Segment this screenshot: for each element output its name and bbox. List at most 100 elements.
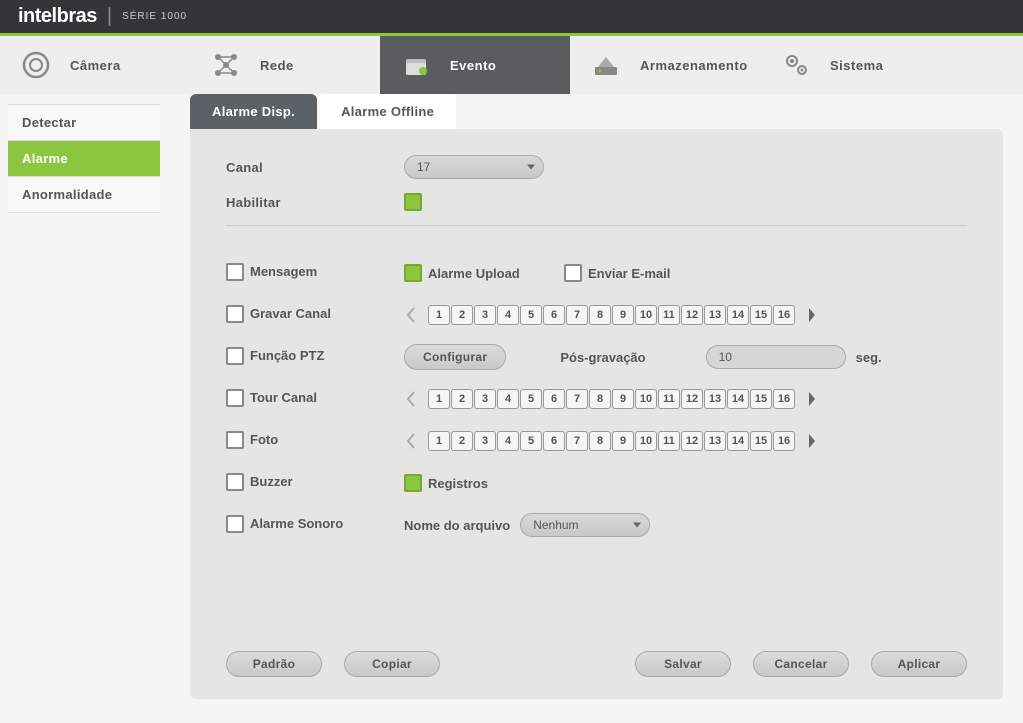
channel-button-14[interactable]: 14: [727, 431, 749, 451]
channel-button-11[interactable]: 11: [658, 305, 680, 325]
channel-button-7[interactable]: 7: [566, 389, 588, 409]
channel-button-10[interactable]: 10: [635, 389, 657, 409]
channel-button-9[interactable]: 9: [612, 305, 634, 325]
nav-event[interactable]: Evento: [380, 36, 570, 94]
salvar-button[interactable]: Salvar: [635, 651, 731, 677]
channel-button-3[interactable]: 3: [474, 389, 496, 409]
tab-alarme-disp[interactable]: Alarme Disp.: [190, 94, 317, 129]
canal-label: Canal: [226, 160, 404, 175]
tour-next-icon[interactable]: [805, 388, 819, 410]
channel-button-7[interactable]: 7: [566, 305, 588, 325]
aplicar-button[interactable]: Aplicar: [871, 651, 967, 677]
habilitar-label: Habilitar: [226, 195, 404, 210]
channel-button-7[interactable]: 7: [566, 431, 588, 451]
registros-checkbox[interactable]: [404, 474, 422, 492]
alarme-sonoro-checkbox[interactable]: [226, 515, 244, 533]
channel-button-16[interactable]: 16: [773, 305, 795, 325]
channel-button-5[interactable]: 5: [520, 389, 542, 409]
sidebar-item-alarme[interactable]: Alarme: [8, 141, 160, 177]
channel-button-2[interactable]: 2: [451, 431, 473, 451]
gravar-channel-list: 12345678910111213141516: [428, 305, 795, 325]
channel-button-6[interactable]: 6: [543, 305, 565, 325]
channel-button-8[interactable]: 8: [589, 305, 611, 325]
channel-button-14[interactable]: 14: [727, 305, 749, 325]
channel-button-12[interactable]: 12: [681, 431, 703, 451]
tour-canal-checkbox[interactable]: [226, 389, 244, 407]
tour-prev-icon[interactable]: [404, 388, 418, 410]
channel-button-6[interactable]: 6: [543, 431, 565, 451]
foto-prev-icon[interactable]: [404, 430, 418, 452]
sidebar-item-detectar[interactable]: Detectar: [8, 104, 160, 141]
channel-button-15[interactable]: 15: [750, 305, 772, 325]
mensagem-checkbox[interactable]: [226, 263, 244, 281]
channel-button-9[interactable]: 9: [612, 389, 634, 409]
channel-button-4[interactable]: 4: [497, 305, 519, 325]
channel-button-5[interactable]: 5: [520, 305, 542, 325]
foto-next-icon[interactable]: [805, 430, 819, 452]
channel-button-9[interactable]: 9: [612, 431, 634, 451]
channel-button-15[interactable]: 15: [750, 389, 772, 409]
nav-camera-label: Câmera: [70, 58, 121, 73]
channel-button-4[interactable]: 4: [497, 431, 519, 451]
channel-button-1[interactable]: 1: [428, 389, 450, 409]
channel-button-8[interactable]: 8: [589, 389, 611, 409]
channel-button-3[interactable]: 3: [474, 431, 496, 451]
channel-button-1[interactable]: 1: [428, 305, 450, 325]
channel-button-1[interactable]: 1: [428, 431, 450, 451]
canal-dropdown[interactable]: 17: [404, 155, 544, 179]
event-icon: [400, 49, 432, 81]
alarme-upload-checkbox[interactable]: [404, 264, 422, 282]
habilitar-checkbox[interactable]: [404, 193, 422, 211]
funcao-ptz-checkbox[interactable]: [226, 347, 244, 365]
channel-button-11[interactable]: 11: [658, 431, 680, 451]
gravar-canal-checkbox[interactable]: [226, 305, 244, 323]
tab-alarme-offline[interactable]: Alarme Offline: [319, 94, 456, 129]
nome-arquivo-dropdown[interactable]: Nenhum: [520, 513, 650, 537]
channel-button-2[interactable]: 2: [451, 389, 473, 409]
footer-buttons: Padrão Copiar Salvar Cancelar Aplicar: [190, 651, 1003, 677]
nav-system[interactable]: Sistema: [760, 36, 950, 94]
enviar-email-checkbox[interactable]: [564, 264, 582, 282]
pos-gravacao-input[interactable]: [706, 345, 846, 369]
channel-button-13[interactable]: 13: [704, 431, 726, 451]
channel-button-10[interactable]: 10: [635, 431, 657, 451]
gravar-next-icon[interactable]: [805, 304, 819, 326]
channel-button-6[interactable]: 6: [543, 389, 565, 409]
nav-camera[interactable]: Câmera: [0, 36, 190, 94]
padrao-button[interactable]: Padrão: [226, 651, 322, 677]
gravar-prev-icon[interactable]: [404, 304, 418, 326]
network-icon: [210, 49, 242, 81]
brand-series: SÉRIE 1000: [122, 11, 187, 22]
channel-button-3[interactable]: 3: [474, 305, 496, 325]
nav-network[interactable]: Rede: [190, 36, 380, 94]
configurar-button[interactable]: Configurar: [404, 344, 506, 370]
foto-checkbox[interactable]: [226, 431, 244, 449]
nav-storage[interactable]: Armazenamento: [570, 36, 760, 94]
channel-button-12[interactable]: 12: [681, 305, 703, 325]
channel-button-10[interactable]: 10: [635, 305, 657, 325]
channel-button-12[interactable]: 12: [681, 389, 703, 409]
channel-button-5[interactable]: 5: [520, 431, 542, 451]
channel-button-2[interactable]: 2: [451, 305, 473, 325]
panel: Canal 17 Habilitar Mensagem: [190, 129, 1003, 699]
cancelar-button[interactable]: Cancelar: [753, 651, 849, 677]
channel-button-13[interactable]: 13: [704, 389, 726, 409]
channel-button-15[interactable]: 15: [750, 431, 772, 451]
chevron-down-icon: [527, 165, 535, 170]
buzzer-checkbox[interactable]: [226, 473, 244, 491]
seg-label: seg.: [856, 350, 882, 365]
channel-button-13[interactable]: 13: [704, 305, 726, 325]
channel-button-11[interactable]: 11: [658, 389, 680, 409]
copiar-button[interactable]: Copiar: [344, 651, 440, 677]
channel-button-4[interactable]: 4: [497, 389, 519, 409]
channel-button-16[interactable]: 16: [773, 431, 795, 451]
camera-icon: [20, 49, 52, 81]
sidebar: Detectar Alarme Anormalidade: [0, 94, 160, 719]
sidebar-item-anormalidade[interactable]: Anormalidade: [8, 177, 160, 213]
channel-button-16[interactable]: 16: [773, 389, 795, 409]
channel-button-8[interactable]: 8: [589, 431, 611, 451]
system-icon: [780, 49, 812, 81]
channel-button-14[interactable]: 14: [727, 389, 749, 409]
brand-name: intelbras: [18, 5, 97, 28]
nome-arquivo-value: Nenhum: [533, 518, 578, 532]
